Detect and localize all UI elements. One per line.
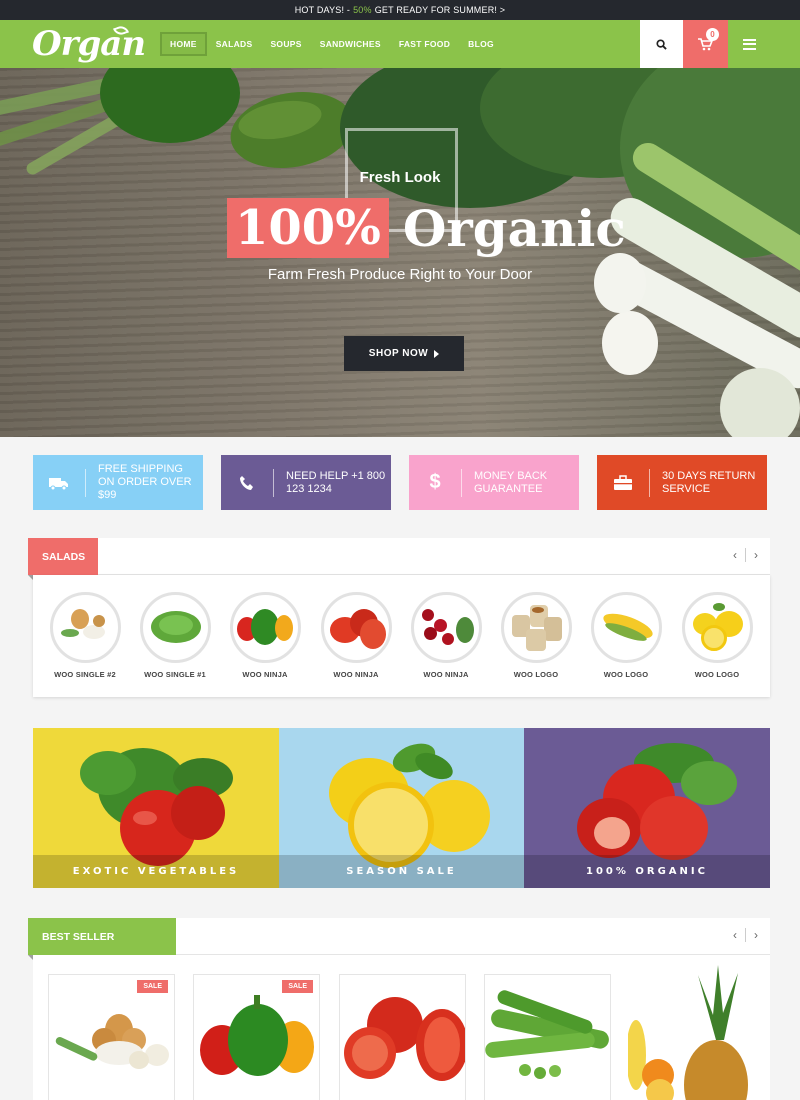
- feature-text: NEED HELP +1 800 123 1234: [286, 469, 386, 495]
- product-card[interactable]: WOO NINJA: [311, 592, 401, 679]
- cart-button[interactable]: 0: [683, 20, 728, 68]
- best-seller-panel-header: BEST SELLER ‹ ›: [28, 918, 770, 961]
- product-card[interactable]: WOO LOGO: [672, 592, 762, 679]
- sale-badge: SALE: [137, 980, 168, 993]
- promo-label: 100% ORGANIC: [524, 855, 770, 888]
- salads-carousel-arrows: ‹ ›: [733, 548, 758, 562]
- promo-label: EXOTIC VEGETABLES: [33, 855, 279, 888]
- nav-soups[interactable]: SOUPS: [261, 32, 310, 56]
- topbar-suffix: GET READY FOR SUMMER! >: [374, 5, 506, 15]
- product-image-peppers: [200, 995, 314, 1076]
- chevron-right-icon[interactable]: ›: [754, 548, 758, 562]
- hero-percent: 100%: [227, 198, 389, 258]
- hero-title: 100% Organic: [227, 198, 626, 258]
- salads-panel-header: SALADS ‹ ›: [28, 538, 770, 581]
- product-name: WOO SINGLE #1: [144, 670, 206, 679]
- salads-title: SALADS: [28, 538, 98, 581]
- logo[interactable]: Organ: [32, 23, 146, 64]
- product-image-cherries: [410, 592, 482, 663]
- search-button[interactable]: [640, 20, 683, 68]
- product-name: WOO NINJA: [423, 670, 469, 679]
- product-card[interactable]: WOO NINJA: [401, 592, 491, 679]
- product-image-grain-sacks: [500, 592, 572, 663]
- product-card[interactable]: WOO SINGLE #1: [130, 592, 220, 679]
- product-card[interactable]: WOO SINGLE #2: [40, 592, 130, 679]
- feature-money-back[interactable]: $ MONEY BACK GUARANTEE: [409, 455, 579, 510]
- phone-icon: [221, 455, 273, 510]
- feature-help[interactable]: NEED HELP +1 800 123 1234: [221, 455, 391, 510]
- truck-icon: [33, 455, 85, 510]
- product-image-corn: [590, 592, 662, 663]
- product-name: WOO SINGLE #2: [54, 670, 116, 679]
- promo-exotic-vegetables[interactable]: EXOTIC VEGETABLES: [33, 728, 279, 888]
- product-name: WOO NINJA: [333, 670, 379, 679]
- best-seller-title: BEST SELLER: [28, 918, 176, 961]
- feature-return[interactable]: 30 DAYS RETURN SERVICE: [597, 455, 767, 510]
- main-nav: HOME SALADS SOUPS SANDWICHES FAST FOOD B…: [160, 32, 503, 56]
- product-image-onions: [49, 592, 121, 663]
- product-card[interactable]: WOO NINJA: [220, 592, 310, 679]
- product-image-peppers: [229, 592, 301, 663]
- product-image-onions: [55, 1014, 169, 1069]
- menu-icon: [742, 36, 756, 52]
- product-name: WOO LOGO: [513, 670, 559, 679]
- caret-right-icon: [434, 349, 440, 358]
- hero-banner: Fresh Look 100% Organic Farm Fresh Produ…: [0, 68, 800, 437]
- feature-text: FREE SHIPPING ON ORDER OVER $99: [98, 463, 192, 501]
- product-image-lettuce: [139, 592, 211, 663]
- topbar-highlight: 50%: [353, 5, 372, 15]
- hero-tagline: Farm Fresh Produce Right to Your Door: [267, 266, 533, 283]
- shop-now-label: SHOP NOW: [368, 348, 429, 359]
- product-card[interactable]: WOO LOGO: [491, 592, 581, 679]
- shop-now-button[interactable]: SHOP NOW: [344, 336, 464, 371]
- promo-organic[interactable]: 100% ORGANIC: [524, 728, 770, 888]
- product-card[interactable]: SALE: [48, 974, 175, 1100]
- best-seller-carousel: SALE SALE: [33, 955, 628, 1100]
- product-card[interactable]: [484, 974, 611, 1100]
- feature-free-shipping[interactable]: FREE SHIPPING ON ORDER OVER $99: [33, 455, 203, 510]
- search-icon: [656, 38, 667, 50]
- hero-word: Organic: [402, 198, 626, 258]
- nav-sandwiches[interactable]: SANDWICHES: [311, 32, 390, 56]
- feature-text: 30 DAYS RETURN SERVICE: [662, 469, 756, 495]
- briefcase-icon: [597, 455, 649, 510]
- chevron-right-icon[interactable]: ›: [754, 928, 758, 942]
- hero-subtitle: Fresh Look: [359, 169, 441, 186]
- product-card[interactable]: SALE: [193, 974, 320, 1100]
- product-name: WOO NINJA: [242, 670, 288, 679]
- product-card[interactable]: WOO LOGO: [581, 592, 671, 679]
- product-image-lemons: [681, 592, 753, 663]
- nav-home[interactable]: HOME: [160, 32, 207, 56]
- nav-fast-food[interactable]: FAST FOOD: [390, 32, 459, 56]
- feature-text: MONEY BACK GUARANTEE: [474, 469, 548, 495]
- product-image-peas: [485, 990, 609, 1079]
- cart-count-badge: 0: [706, 28, 719, 41]
- promo-label: SEASON SALE: [279, 855, 524, 888]
- promo-topbar[interactable]: HOT DAYS! - 50% GET READY FOR SUMMER! >: [0, 0, 800, 20]
- product-card[interactable]: [339, 974, 466, 1100]
- salads-carousel: WOO SINGLE #2 WOO SINGLE #1 WOO NINJA WO…: [33, 575, 770, 697]
- best-seller-carousel-arrows: ‹ ›: [733, 928, 758, 942]
- product-name: WOO LOGO: [694, 670, 740, 679]
- product-name: WOO LOGO: [603, 670, 649, 679]
- nav-salads[interactable]: SALADS: [207, 32, 262, 56]
- chevron-left-icon[interactable]: ‹: [733, 548, 737, 562]
- chevron-left-icon[interactable]: ‹: [733, 928, 737, 942]
- nav-blog[interactable]: BLOG: [459, 32, 503, 56]
- product-image-tomatoes: [344, 997, 465, 1081]
- menu-button[interactable]: [728, 20, 770, 68]
- pineapple-fruit-image: [628, 955, 770, 1100]
- topbar-prefix: HOT DAYS! -: [294, 5, 351, 15]
- sale-badge: SALE: [282, 980, 313, 993]
- product-image-tomatoes: [320, 592, 392, 663]
- promo-season-sale[interactable]: SEASON SALE: [279, 728, 524, 888]
- dollar-icon: $: [429, 471, 441, 493]
- site-header: Organ HOME SALADS SOUPS SANDWICHES FAST …: [0, 20, 800, 68]
